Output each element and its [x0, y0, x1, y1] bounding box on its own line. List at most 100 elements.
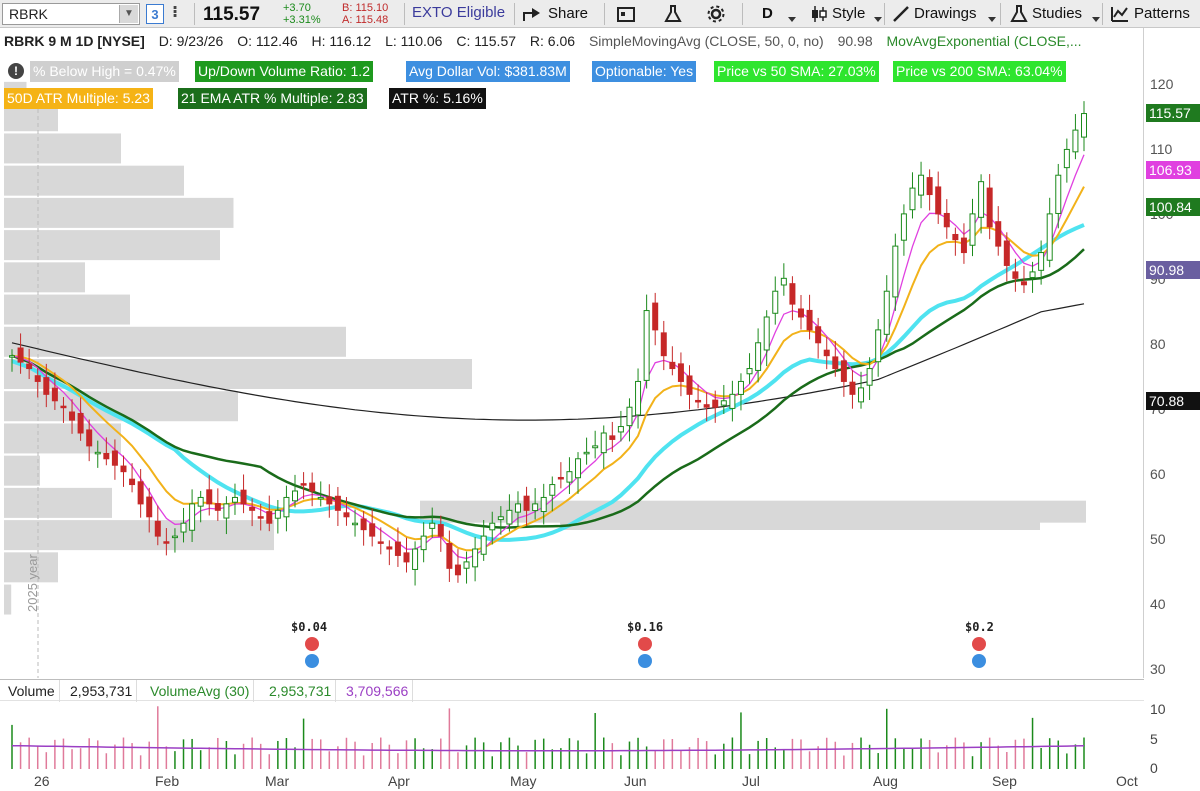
candle-body [686, 375, 693, 395]
volume-tick: 5 [1150, 731, 1158, 747]
flask-icon [664, 5, 682, 23]
time-tick: Sep [992, 773, 1017, 789]
bid-price: B: 115.10 [342, 2, 389, 14]
dividend-icon[interactable] [972, 637, 986, 651]
candle-body [875, 329, 882, 363]
candle-body [489, 522, 496, 531]
time-tick: Oct [1116, 773, 1138, 789]
toolbar-divider [884, 3, 885, 25]
earnings-icon[interactable] [305, 654, 319, 668]
volume-value: 2,953,731 [66, 680, 138, 702]
period-selector[interactable]: D [762, 4, 773, 24]
volume-profile-bar [4, 487, 112, 518]
candle-body [780, 277, 787, 286]
earnings-icon[interactable] [638, 654, 652, 668]
volume-chart[interactable] [0, 701, 1144, 770]
price-axis[interactable]: 120 110 100 90 80 70 60 50 40 30 115.57 … [1144, 28, 1200, 678]
chip-optionable: Optionable: Yes [592, 61, 697, 82]
chart-toolbar: RBRK ▼ 3 ⁝ 115.57 +3.70 +3.31% B: 115.10… [0, 0, 1200, 28]
chip-updown-volume: Up/Down Volume Ratio: 1.2 [195, 61, 373, 82]
drawings-label: Drawings [914, 5, 977, 22]
price-tick: 120 [1150, 76, 1174, 92]
drawings-button[interactable]: Drawings [892, 4, 977, 24]
toolbar-divider [404, 3, 405, 25]
candle-body [1038, 252, 1045, 271]
style-chevron-down-icon [874, 17, 882, 22]
candle-body [446, 542, 453, 569]
candle-body [377, 541, 384, 544]
candle-body [858, 387, 865, 403]
dividend-icon[interactable] [305, 637, 319, 651]
candle-body [523, 495, 530, 511]
volume-avg-label[interactable]: VolumeAvg (30) [146, 680, 255, 702]
candle-body [840, 360, 847, 382]
patterns-button[interactable]: Patterns [1110, 4, 1190, 24]
volume-profile-bar [4, 294, 130, 325]
volume-profile-bar [4, 230, 220, 261]
candle-body [43, 377, 50, 395]
more-options-icon[interactable]: ⁝ [172, 2, 179, 22]
ask-price: A: 115.48 [342, 14, 389, 26]
candle-body [437, 524, 444, 537]
studies-button[interactable]: Studies [1010, 4, 1082, 24]
price-tick: 50 [1150, 531, 1166, 547]
time-tick: Feb [155, 773, 180, 789]
earnings-icon[interactable] [972, 654, 986, 668]
volume-avg2-value: 3,709,566 [342, 680, 414, 702]
candle-body [514, 503, 521, 513]
symbol-dropdown-icon[interactable]: ▼ [119, 5, 138, 23]
candle-body [111, 450, 118, 466]
candle-body [720, 400, 727, 406]
candle-body [926, 177, 933, 196]
candle-body [1003, 240, 1010, 266]
share-button[interactable]: Share [522, 4, 588, 24]
candle-body [137, 481, 144, 505]
volume-profile-bar [560, 520, 1040, 530]
price-tick: 80 [1150, 336, 1166, 352]
candle-body [240, 489, 247, 505]
symbol-input[interactable]: RBRK ▼ [2, 3, 140, 25]
candle-body [34, 375, 41, 382]
candle-body [892, 245, 899, 298]
candle-body [274, 509, 281, 519]
time-tick: Jun [624, 773, 647, 789]
studies-chevron-down-icon [1092, 17, 1100, 22]
price-tick: 30 [1150, 661, 1166, 677]
candle-body [866, 368, 873, 386]
dividend-icon[interactable] [638, 637, 652, 651]
candle-body [197, 496, 204, 507]
calendar-icon [617, 7, 635, 23]
link-group-badge[interactable]: 3 [146, 4, 164, 24]
toolbar-divider [604, 3, 605, 25]
candle-body [334, 495, 341, 511]
ema21-tag: 100.84 [1146, 198, 1200, 216]
calendar-button[interactable] [616, 4, 640, 24]
candle-body [737, 380, 744, 395]
style-button[interactable]: Style [810, 4, 865, 24]
alert-icon[interactable]: ! [8, 63, 24, 79]
settings-button[interactable] [706, 4, 730, 24]
studies-flask-icon [1010, 5, 1028, 23]
candle-body [497, 516, 504, 521]
candle-body [454, 564, 461, 576]
candle-body [960, 237, 967, 254]
time-tick: May [510, 773, 537, 789]
dividend-label: $0.2 [965, 620, 994, 634]
volume-header: Volume 2,953,731 VolumeAvg (30) 2,953,73… [0, 679, 1144, 702]
price-chart[interactable] [0, 28, 1144, 678]
time-axis[interactable]: 26 Feb Mar Apr May Jun Jul Aug Sep Oct [0, 770, 1144, 791]
candle-body [189, 503, 196, 531]
candle-body [969, 213, 976, 246]
candle-body [249, 506, 256, 511]
volume-profile-bar [4, 520, 274, 551]
pencil-icon [893, 6, 909, 22]
candle-body [712, 399, 719, 408]
flask-button[interactable] [664, 4, 686, 24]
toolbar-divider [1000, 3, 1001, 25]
candle-body [635, 380, 642, 416]
candle-body [103, 452, 110, 460]
volume-avg-value: 2,953,731 [265, 680, 337, 702]
time-tick: Aug [873, 773, 898, 789]
candle-body [943, 212, 950, 228]
candle-body [883, 290, 890, 335]
